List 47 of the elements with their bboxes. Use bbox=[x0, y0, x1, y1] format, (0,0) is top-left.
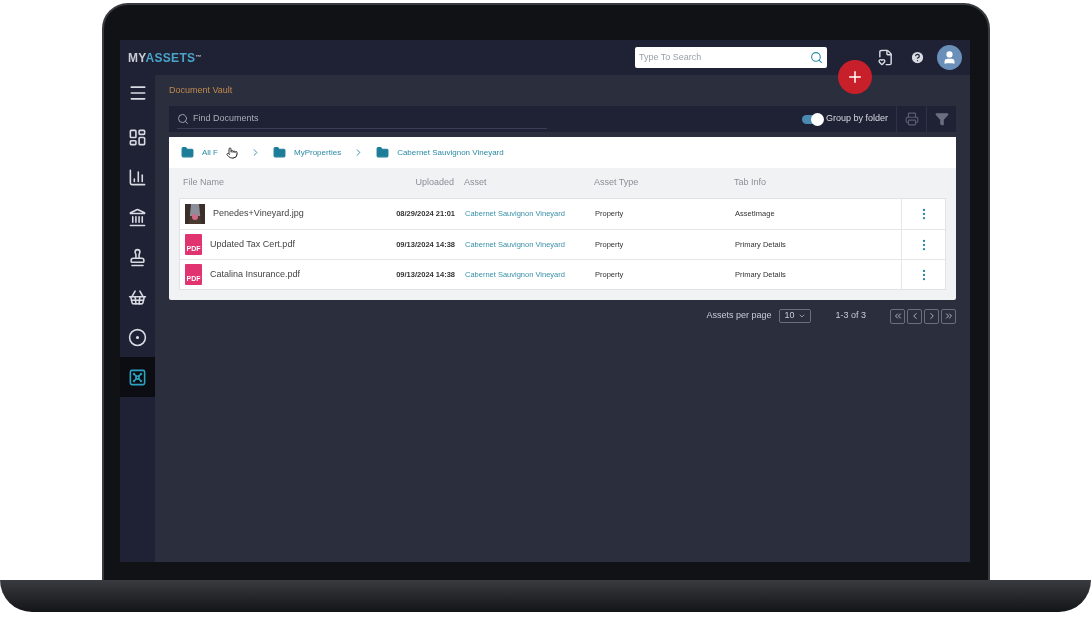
filter-icon[interactable] bbox=[934, 112, 949, 126]
first-page-button[interactable] bbox=[890, 308, 905, 324]
search-field[interactable]: Type To Search bbox=[639, 50, 810, 65]
chevron-icon bbox=[250, 147, 261, 158]
stamp-icon bbox=[128, 247, 147, 267]
file-name[interactable]: Penedes+Vineyard.jpg bbox=[213, 207, 304, 221]
per-page-select[interactable]: 10 bbox=[779, 309, 812, 323]
find-field[interactable]: Find Documents bbox=[193, 111, 547, 126]
page-range: 1-3 of 3 bbox=[835, 309, 866, 323]
column-header: File Name bbox=[182, 176, 225, 190]
bank-icon bbox=[128, 207, 147, 227]
first-page-icon bbox=[892, 311, 903, 321]
breadcrumb-link[interactable]: All F bbox=[202, 146, 218, 159]
help-icon[interactable] bbox=[910, 50, 925, 65]
column-header: Asset bbox=[463, 176, 488, 190]
page-title: Document Vault bbox=[169, 84, 234, 97]
sidebar-item[interactable] bbox=[120, 357, 155, 397]
per-page-label: Assets per page bbox=[706, 309, 772, 323]
last-page-button[interactable] bbox=[941, 308, 956, 324]
basket-icon bbox=[128, 287, 147, 307]
caret-icon bbox=[798, 312, 807, 320]
document-heart-icon[interactable] bbox=[877, 49, 894, 66]
chart-icon bbox=[128, 167, 147, 187]
column-header: Asset Type bbox=[594, 176, 640, 190]
search-icon bbox=[177, 112, 189, 125]
print-icon[interactable] bbox=[904, 112, 919, 126]
last-page-icon bbox=[943, 311, 954, 321]
dashboard-icon bbox=[128, 127, 147, 147]
logo: MYASSETS$^{™}$ bbox=[128, 49, 202, 67]
next-page-button[interactable] bbox=[924, 308, 939, 324]
previous-page-button[interactable] bbox=[907, 308, 922, 324]
search-box[interactable]: Type To Search bbox=[635, 47, 827, 68]
column-header: Tab Info bbox=[734, 176, 768, 190]
breadcrumb-link[interactable]: Cabernet Sauvignon Vineyard bbox=[397, 146, 504, 159]
avatar[interactable] bbox=[937, 45, 962, 70]
add-button[interactable] bbox=[838, 60, 872, 94]
plus-icon bbox=[846, 68, 864, 86]
folder-icon bbox=[181, 146, 194, 159]
pointer-icon bbox=[226, 146, 238, 159]
column-header: Uploaded bbox=[414, 176, 454, 190]
file-name[interactable]: Catalina Insurance.pdf bbox=[210, 267, 301, 282]
folder-icon bbox=[273, 146, 286, 159]
search-icon[interactable] bbox=[810, 51, 823, 64]
group-toggle[interactable]: Group by folder bbox=[801, 112, 888, 126]
file-name[interactable]: Updated Tax Cert.pdf bbox=[210, 237, 295, 252]
breadcrumb-link[interactable]: MyProperties bbox=[294, 146, 342, 159]
folder-icon bbox=[376, 146, 390, 159]
